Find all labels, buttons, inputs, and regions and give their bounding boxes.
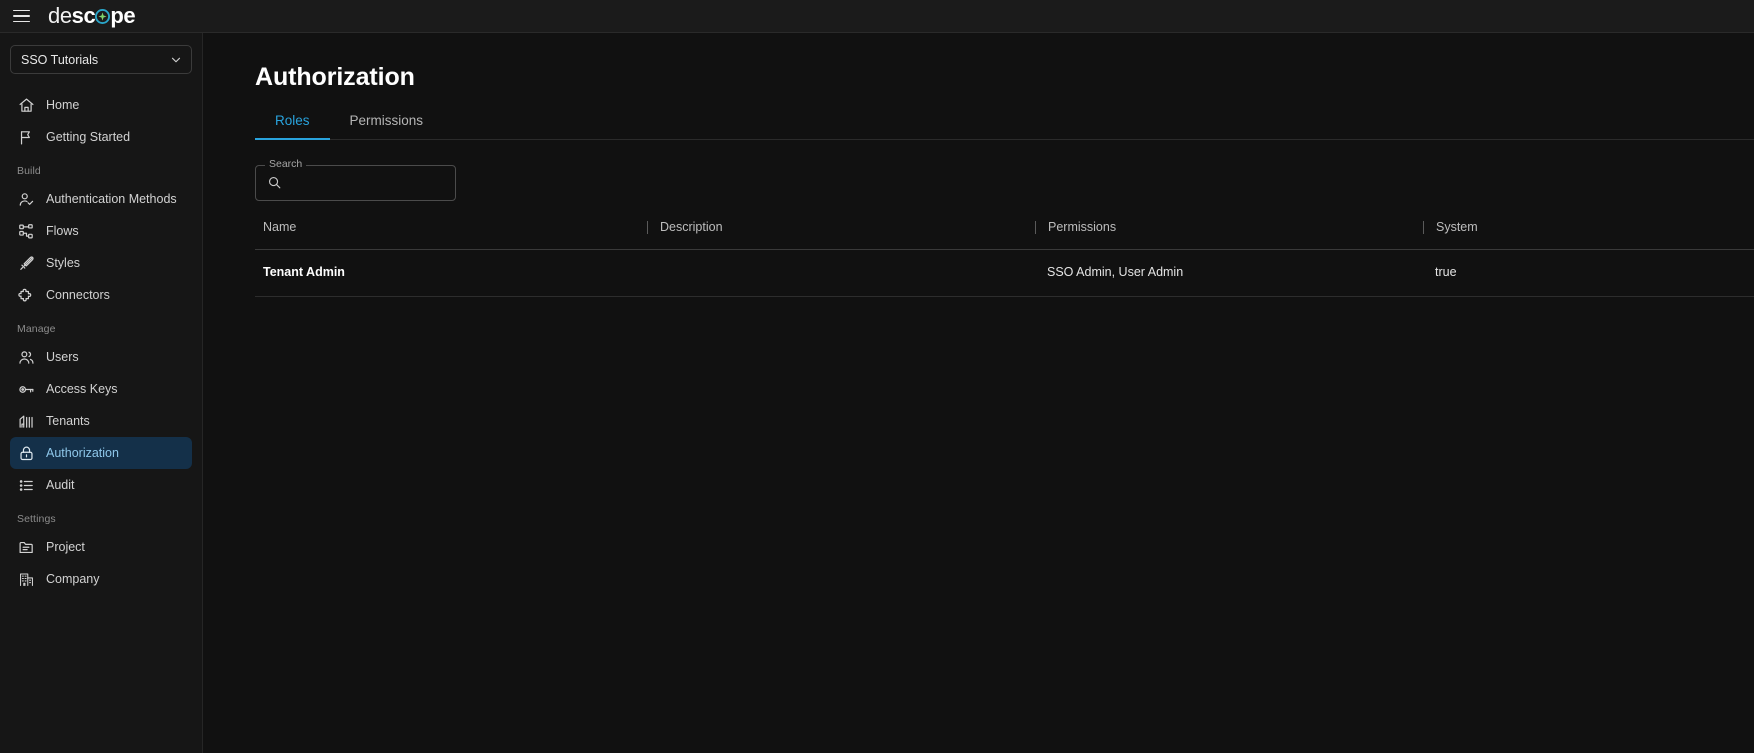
column-header-name[interactable]: Name xyxy=(255,221,647,234)
sidebar-item-home[interactable]: Home xyxy=(10,89,192,121)
cell-name: Tenant Admin xyxy=(263,265,345,280)
home-icon xyxy=(18,97,35,114)
puzzle-piece-icon xyxy=(18,287,35,304)
sidebar-item-tenants[interactable]: Tenants xyxy=(10,405,192,437)
search-area: Search xyxy=(255,158,1754,201)
flow-sitemap-icon xyxy=(18,223,35,240)
tab-permissions[interactable]: Permissions xyxy=(330,114,444,139)
descope-circle-star-mark-icon xyxy=(95,9,111,24)
users-group-icon xyxy=(18,349,35,366)
hamburger-line xyxy=(13,20,30,23)
hamburger-line xyxy=(13,9,30,12)
logo-text-part1: de xyxy=(48,3,72,28)
sidebar-item-label: Project xyxy=(46,539,85,554)
cell-permissions: SSO Admin, User Admin xyxy=(1047,265,1184,280)
sidebar-item-flows[interactable]: Flows xyxy=(10,215,192,247)
sidebar-item-access-keys[interactable]: Access Keys xyxy=(10,373,192,405)
column-header-label: Name xyxy=(263,220,297,235)
user-check-icon xyxy=(18,191,35,208)
hamburger-line xyxy=(13,15,30,17)
column-header-permissions[interactable]: Permissions xyxy=(1035,221,1423,234)
sidebar-item-company[interactable]: Company xyxy=(10,563,192,595)
sidebar-item-audit[interactable]: Audit xyxy=(10,469,192,501)
hamburger-menu-icon[interactable] xyxy=(11,5,33,27)
lock-icon xyxy=(18,445,35,462)
logo-text-part3: pe xyxy=(110,3,136,28)
list-icon xyxy=(18,477,35,494)
column-divider xyxy=(1035,221,1036,234)
sidebar-item-getting-started[interactable]: Getting Started xyxy=(10,121,192,153)
descope-logo[interactable]: de sc pe xyxy=(48,3,136,28)
sidebar-item-project[interactable]: Project xyxy=(10,531,192,563)
body-wrapper: SSO Tutorials Home Getting Started Build… xyxy=(0,33,1754,753)
sidebar-item-label: Connectors xyxy=(46,287,110,302)
column-header-description[interactable]: Description xyxy=(647,221,1035,234)
tab-bar: Roles Permissions xyxy=(255,114,1754,140)
column-header-label: System xyxy=(1436,220,1478,235)
cell-system: true xyxy=(1435,265,1457,280)
column-divider xyxy=(1423,221,1424,234)
folder-icon xyxy=(18,539,35,556)
table-header-row: Name Description Permissions System xyxy=(255,221,1754,249)
column-header-system[interactable]: System xyxy=(1423,221,1754,234)
pen-brush-icon xyxy=(18,255,35,272)
building-tenants-icon xyxy=(18,413,35,430)
top-bar: de sc pe xyxy=(0,0,1754,33)
sidebar-item-authorization[interactable]: Authorization xyxy=(10,437,192,469)
column-header-label: Description xyxy=(660,220,723,235)
sidebar-item-authentication-methods[interactable]: Authentication Methods xyxy=(10,183,192,215)
search-field[interactable]: Search xyxy=(255,158,466,201)
column-divider xyxy=(647,221,648,234)
sidebar-item-label: Authorization xyxy=(46,445,119,460)
sidebar-item-label: Styles xyxy=(46,255,81,270)
main-content: Authorization Roles Permissions Search N… xyxy=(203,33,1754,753)
search-input[interactable] xyxy=(282,165,466,200)
sidebar-item-label: Flows xyxy=(46,223,79,238)
project-selector[interactable]: SSO Tutorials xyxy=(10,45,192,74)
sidebar-group-label-manage: Manage xyxy=(17,323,56,335)
roles-table: Name Description Permissions System Tena… xyxy=(255,221,1754,297)
sidebar: SSO Tutorials Home Getting Started Build… xyxy=(0,33,203,753)
sidebar-item-connectors[interactable]: Connectors xyxy=(10,279,192,311)
app-root: de sc pe SSO Tutorials Home Getting Star… xyxy=(0,0,1754,753)
sidebar-item-users[interactable]: Users xyxy=(10,341,192,373)
search-icon xyxy=(267,175,282,190)
sidebar-item-label: Authentication Methods xyxy=(46,191,177,206)
sidebar-item-label: Access Keys xyxy=(46,381,118,396)
sidebar-item-styles[interactable]: Styles xyxy=(10,247,192,279)
page-title: Authorization xyxy=(255,63,415,91)
sidebar-item-label: Company xyxy=(46,571,100,586)
table-row[interactable]: Tenant Admin SSO Admin, User Admin true xyxy=(255,248,1754,297)
sidebar-item-label: Home xyxy=(46,97,80,112)
sidebar-item-label: Tenants xyxy=(46,413,90,428)
sidebar-item-label: Users xyxy=(46,349,79,364)
key-icon xyxy=(18,381,35,398)
sidebar-item-label: Audit xyxy=(46,477,75,492)
logo-text-part2: sc xyxy=(71,3,96,28)
office-building-icon xyxy=(18,571,35,588)
sidebar-group-label-build: Build xyxy=(17,165,41,177)
flag-icon xyxy=(18,129,35,146)
search-label: Search xyxy=(265,158,307,169)
sidebar-item-label: Getting Started xyxy=(46,129,131,144)
sidebar-group-label-settings: Settings xyxy=(17,513,56,525)
project-selector-value: SSO Tutorials xyxy=(21,52,99,67)
chevron-down-icon xyxy=(169,53,183,67)
tab-roles[interactable]: Roles xyxy=(255,114,330,139)
column-header-label: Permissions xyxy=(1048,220,1117,235)
